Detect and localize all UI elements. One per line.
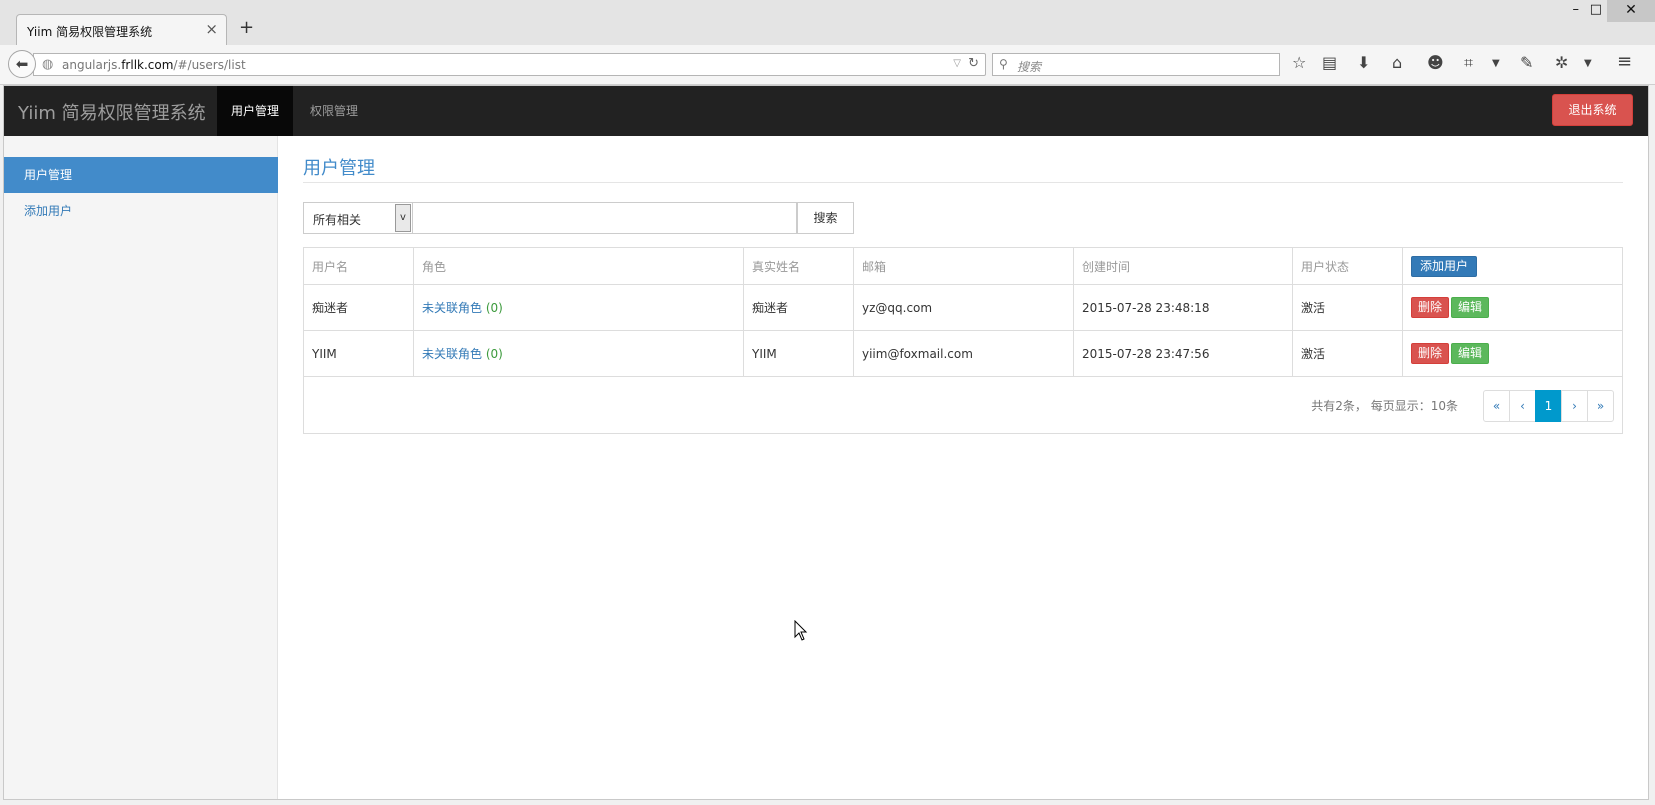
search-placeholder: 搜索 (1017, 60, 1042, 74)
browser-chrome: Yiim 简易权限管理系统 × + – □ ✕ ◍ angularjs.frll… (0, 0, 1655, 85)
column-header-role: 角色 (413, 247, 744, 285)
edit-button[interactable]: 编辑 (1451, 297, 1490, 318)
page-prev-button[interactable]: ‹ (1509, 390, 1536, 422)
cell-realname: 痴迷者 (743, 284, 854, 331)
page-last-button[interactable]: » (1587, 390, 1614, 422)
delete-button[interactable]: 删除 (1411, 297, 1450, 318)
chat-icon[interactable]: ☻ (1427, 55, 1444, 71)
pagination: « ‹ 1 › » (1483, 390, 1614, 422)
cell-status: 激活 (1292, 284, 1403, 331)
pagination-cell: 共有2条， 每页显示：10条 « ‹ 1 › » (303, 376, 1623, 434)
nav-item-user-management[interactable]: 用户管理 (217, 86, 294, 136)
chevron-down-icon[interactable]: ▼ (1584, 59, 1592, 69)
url-dropdown-icon[interactable]: ▽ (953, 58, 961, 69)
delete-button[interactable]: 删除 (1411, 343, 1450, 364)
role-link[interactable]: 未关联角色 (422, 347, 482, 361)
nav-item-permission-management[interactable]: 权限管理 (296, 86, 372, 136)
menu-icon[interactable]: ≡ (1617, 53, 1632, 71)
pagination-summary: 共有2条， 每页显示：10条 (1311, 399, 1458, 413)
sidebar-item-user-management[interactable]: 用户管理 (4, 157, 278, 193)
tab-close-icon[interactable]: × (205, 20, 218, 38)
edit-button[interactable]: 编辑 (1451, 343, 1490, 364)
globe-icon: ◍ (42, 57, 54, 72)
users-table: 用户名 角色 真实姓名 邮箱 创建时间 用户状态 添加用户 痴迷者 未关联角色 … (303, 247, 1623, 434)
column-header-realname: 真实姓名 (743, 247, 854, 285)
chevron-down-icon[interactable]: ▼ (1492, 59, 1500, 69)
search-icon: ⚲ (999, 57, 1008, 71)
column-header-email: 邮箱 (853, 247, 1074, 285)
page-next-button[interactable]: › (1561, 390, 1588, 422)
mouse-cursor-icon (794, 620, 808, 641)
role-count: (0) (485, 347, 503, 361)
column-header-actions: 添加用户 (1402, 247, 1623, 285)
search-input[interactable] (413, 202, 797, 234)
tab-title: Yiim 简易权限管理系统 (27, 25, 153, 39)
column-header-created: 创建时间 (1073, 247, 1293, 285)
sidebar: 用户管理 添加用户 (4, 136, 278, 799)
table-row: 痴迷者 未关联角色 (0) 痴迷者 yz@qq.com 2015-07-28 2… (303, 284, 1623, 331)
reading-list-icon[interactable]: ▤ (1322, 55, 1337, 71)
url-bar[interactable]: ◍ angularjs.frllk.com/#/users/list ▽ ↻ (33, 53, 986, 76)
filter-select-value: 所有相关 (313, 213, 362, 227)
window-close-button[interactable]: ✕ (1607, 0, 1655, 22)
sidebar-item-add-user[interactable]: 添加用户 (4, 193, 278, 229)
cell-email: yz@qq.com (853, 284, 1074, 331)
cell-username: YIIM (303, 330, 414, 377)
chevron-down-icon[interactable]: v (395, 204, 411, 232)
crop-icon[interactable]: ⌗ (1464, 55, 1473, 71)
minimize-icon[interactable]: – (1573, 2, 1580, 17)
cell-username: 痴迷者 (303, 284, 414, 331)
bookmark-star-icon[interactable]: ☆ (1292, 55, 1306, 71)
cell-actions: 删除 编辑 (1402, 284, 1623, 331)
filter-select[interactable]: 所有相关 v (303, 202, 413, 234)
url-text: angularjs.frllk.com/#/users/list (62, 58, 246, 72)
cell-status: 激活 (1292, 330, 1403, 377)
back-arrow-icon: ⬅ (15, 55, 29, 73)
column-header-username: 用户名 (303, 247, 414, 285)
reload-icon[interactable]: ↻ (968, 56, 979, 71)
page-title: 用户管理 (303, 158, 375, 179)
role-link[interactable]: 未关联角色 (422, 301, 482, 315)
add-user-button[interactable]: 添加用户 (1411, 255, 1478, 277)
page-current-button[interactable]: 1 (1535, 390, 1562, 422)
download-icon[interactable]: ⬇ (1357, 55, 1370, 71)
search-button[interactable]: 搜索 (797, 202, 854, 234)
cell-email: yiim@foxmail.com (853, 330, 1074, 377)
brand-title[interactable]: Yiim 简易权限管理系统 (18, 99, 206, 125)
role-count: (0) (485, 301, 503, 315)
new-tab-button[interactable]: + (239, 19, 254, 37)
cell-role: 未关联角色 (0) (413, 284, 744, 331)
extension-icon[interactable]: ✲ (1555, 55, 1568, 71)
maximize-icon[interactable]: □ (1590, 2, 1602, 17)
cell-actions: 删除 编辑 (1402, 330, 1623, 377)
web-page: Yiim 简易权限管理系统 用户管理 权限管理 退出系统 用户管理 添加用户 用… (3, 85, 1649, 800)
top-navbar: Yiim 简易权限管理系统 用户管理 权限管理 退出系统 (4, 86, 1648, 136)
logout-button[interactable]: 退出系统 (1552, 94, 1633, 126)
table-footer-row: 共有2条， 每页显示：10条 « ‹ 1 › » (303, 376, 1623, 434)
cell-created: 2015-07-28 23:47:56 (1073, 330, 1293, 377)
tab-strip: Yiim 简易权限管理系统 × + – □ ✕ (0, 0, 1655, 46)
title-divider (303, 182, 1623, 183)
browser-toolbar: ◍ angularjs.frllk.com/#/users/list ▽ ↻ ⬅… (0, 45, 1655, 85)
cell-role: 未关联角色 (0) (413, 330, 744, 377)
table-header-row: 用户名 角色 真实姓名 邮箱 创建时间 用户状态 添加用户 (303, 247, 1623, 285)
addon-icon[interactable]: ✎ (1520, 55, 1533, 71)
cell-created: 2015-07-28 23:48:18 (1073, 284, 1293, 331)
back-button[interactable]: ⬅ (8, 50, 36, 78)
page-first-button[interactable]: « (1483, 390, 1510, 422)
home-icon[interactable]: ⌂ (1392, 55, 1402, 71)
table-row: YIIM 未关联角色 (0) YIIM yiim@foxmail.com 201… (303, 330, 1623, 377)
cell-realname: YIIM (743, 330, 854, 377)
main-content: 用户管理 所有相关 v 搜索 用户名 角色 真实姓名 邮箱 创建时间 用户状态 (278, 136, 1648, 799)
browser-search-input[interactable]: ⚲ 搜索 (992, 53, 1280, 76)
browser-tab[interactable]: Yiim 简易权限管理系统 × (16, 14, 227, 46)
column-header-status: 用户状态 (1292, 247, 1403, 285)
